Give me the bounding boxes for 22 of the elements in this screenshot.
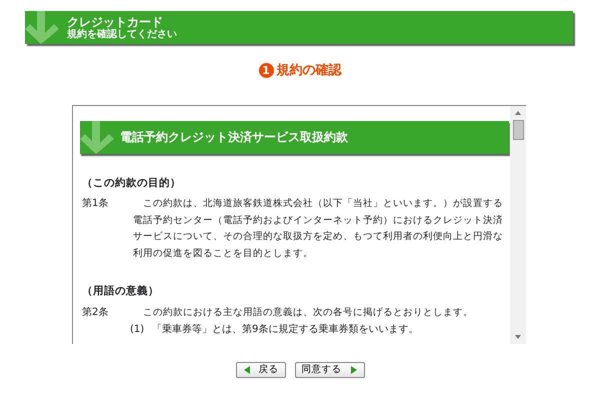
article-text: この約款は、北海道旅客鉄道株式会社（以下「当社」といいます。）が設置する電話予約センター（電話予約およびインターネット予約）におけるクレジット決済サービスについて、その合理的な取扱方を定め、もつて利用者の利便向上と円滑な利用の促進を図ることを目的とします。 bbox=[133, 197, 504, 261]
article-number: 第2条 bbox=[82, 306, 110, 320]
step-title: 規約の確認 bbox=[276, 62, 342, 80]
section-heading: （用語の意義） bbox=[82, 284, 160, 300]
terms-title: 電話予約クレジット決済サービス取扱約款 bbox=[120, 129, 348, 146]
agree-button[interactable]: 同意する bbox=[294, 362, 364, 378]
back-button[interactable]: 戻る bbox=[236, 362, 286, 378]
scroll-down-icon bbox=[515, 334, 521, 338]
arrow-icon bbox=[25, 11, 59, 44]
step-number: 1 bbox=[258, 63, 274, 78]
item-text: 「乗車券等」とは、第9条に規定する乗車券類をいいます。 bbox=[152, 322, 418, 336]
page-subtitle: 規約を確認してください bbox=[67, 28, 177, 40]
right-triangle-icon bbox=[350, 366, 358, 374]
page-title: クレジットカード bbox=[67, 16, 164, 28]
item-number: (1) bbox=[130, 322, 146, 336]
arrow-icon bbox=[80, 120, 114, 154]
article-text: この約款における主な用語の意義は、次の各号に掲げるとおりとします。 bbox=[142, 306, 474, 320]
article-number: 第1条 bbox=[82, 197, 110, 212]
section-heading: （この約款の目的） bbox=[82, 176, 182, 190]
scroll-up-icon bbox=[515, 110, 521, 114]
scrollbar-thumb bbox=[512, 120, 524, 140]
left-triangle-icon bbox=[242, 366, 250, 374]
